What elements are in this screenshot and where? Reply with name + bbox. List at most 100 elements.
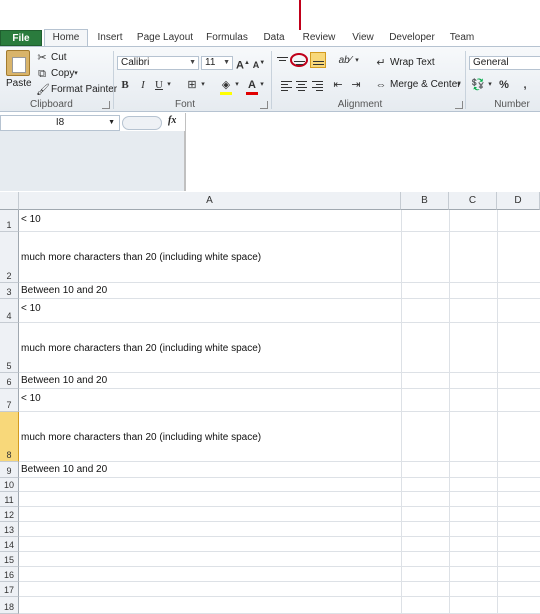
chevron-down-icon[interactable]: ▾ xyxy=(259,78,265,92)
row-header[interactable]: 4 xyxy=(0,299,19,323)
formula-bar-resize-handle[interactable] xyxy=(122,116,162,130)
insert-function-button[interactable]: fx xyxy=(168,115,182,126)
table-row[interactable]: < 10 xyxy=(19,299,540,323)
bottom-align-button[interactable] xyxy=(310,52,326,68)
font-launcher-icon[interactable] xyxy=(260,101,268,109)
column-header-a[interactable]: A xyxy=(19,192,401,210)
cut-button[interactable]: Cut xyxy=(51,51,67,65)
chevron-down-icon[interactable]: ▾ xyxy=(354,54,360,68)
cell-a8[interactable]: much more characters than 20 (including … xyxy=(21,432,261,443)
row-header[interactable]: 2 xyxy=(0,232,19,283)
top-align-icon[interactable] xyxy=(277,55,288,66)
row-header[interactable]: 7 xyxy=(0,389,19,412)
paste-button[interactable]: Paste xyxy=(6,77,32,91)
cell-a7[interactable]: < 10 xyxy=(21,393,41,404)
column-header-c[interactable]: C xyxy=(449,192,497,210)
increase-indent-icon[interactable]: ⇥ xyxy=(350,78,362,92)
row-header[interactable]: 6 xyxy=(0,373,19,389)
row-header[interactable]: 17 xyxy=(0,582,19,597)
row-header[interactable]: 5 xyxy=(0,323,19,373)
table-row[interactable] xyxy=(19,492,540,507)
font-name-select[interactable]: Calibri ▼ xyxy=(117,56,199,70)
chevron-down-icon[interactable]: ▾ xyxy=(456,78,462,92)
chevron-down-icon[interactable]: ▾ xyxy=(73,67,79,81)
cell-a4[interactable]: < 10 xyxy=(21,303,41,314)
table-row[interactable]: much more characters than 20 (including … xyxy=(19,412,540,462)
comma-style-icon[interactable]: , xyxy=(520,78,530,92)
table-row[interactable] xyxy=(19,522,540,537)
row-header[interactable]: 16 xyxy=(0,567,19,582)
percent-style-button[interactable]: % xyxy=(498,78,510,92)
select-all-corner[interactable] xyxy=(0,192,19,210)
accounting-format-icon[interactable]: 💱 xyxy=(471,78,485,92)
align-center-icon[interactable] xyxy=(296,79,307,93)
table-row[interactable] xyxy=(19,567,540,582)
align-left-icon[interactable] xyxy=(281,79,292,93)
tab-insert[interactable]: Insert xyxy=(92,30,128,46)
decrease-indent-icon[interactable]: ⇤ xyxy=(332,78,344,92)
row-header[interactable]: 3 xyxy=(0,283,19,299)
row-header[interactable]: 12 xyxy=(0,507,19,522)
tab-formulas[interactable]: Formulas xyxy=(204,30,250,46)
tab-home[interactable]: Home xyxy=(44,29,88,47)
table-row[interactable] xyxy=(19,582,540,597)
table-row[interactable]: < 10 xyxy=(19,210,540,232)
tab-data[interactable]: Data xyxy=(260,30,288,46)
orientation-icon[interactable]: ab⁄ xyxy=(338,54,352,68)
shrink-font-icon[interactable]: A▼ xyxy=(252,56,266,72)
font-size-select[interactable]: 11 ▼ xyxy=(201,56,233,70)
row-header[interactable]: 9 xyxy=(0,462,19,478)
cell-a2[interactable]: much more characters than 20 (including … xyxy=(21,252,261,263)
row-header[interactable]: 11 xyxy=(0,492,19,507)
tab-review[interactable]: Review xyxy=(300,30,338,46)
row-header[interactable]: 14 xyxy=(0,537,19,552)
middle-align-button[interactable] xyxy=(290,53,308,67)
row-header-selected[interactable]: 8 xyxy=(0,412,19,462)
table-row[interactable] xyxy=(19,478,540,492)
cell-a5[interactable]: much more characters than 20 (including … xyxy=(21,343,261,354)
name-box[interactable]: I8 ▼ xyxy=(0,115,120,131)
table-row[interactable] xyxy=(19,507,540,522)
column-header-d[interactable]: D xyxy=(497,192,540,210)
row-header[interactable]: 18 xyxy=(0,597,19,614)
copy-button[interactable]: Copy xyxy=(51,67,74,81)
chevron-down-icon[interactable]: ▼ xyxy=(108,116,115,130)
tab-team[interactable]: Team xyxy=(446,30,478,46)
table-row[interactable]: Between 10 and 20 xyxy=(19,373,540,389)
borders-icon[interactable]: ⊞ xyxy=(186,78,198,92)
table-row[interactable]: Between 10 and 20 xyxy=(19,283,540,299)
paste-icon[interactable] xyxy=(6,50,30,76)
alignment-launcher-icon[interactable] xyxy=(455,101,463,109)
tab-developer[interactable]: Developer xyxy=(388,30,436,46)
chevron-down-icon[interactable]: ▾ xyxy=(487,78,493,92)
format-painter-button[interactable]: Format Painter xyxy=(51,83,117,97)
underline-icon[interactable]: U xyxy=(153,78,165,92)
italic-icon[interactable]: I xyxy=(137,78,149,92)
cell-a6[interactable]: Between 10 and 20 xyxy=(21,375,107,386)
table-row[interactable]: much more characters than 20 (including … xyxy=(19,232,540,283)
wrap-text-button[interactable]: Wrap Text xyxy=(390,56,435,70)
table-row[interactable]: much more characters than 20 (including … xyxy=(19,323,540,373)
grow-font-icon[interactable]: A▲ xyxy=(236,56,250,73)
row-header[interactable]: 1 xyxy=(0,210,19,232)
cell-a9[interactable]: Between 10 and 20 xyxy=(21,464,107,475)
chevron-down-icon[interactable]: ▾ xyxy=(166,78,172,92)
formula-input[interactable] xyxy=(185,113,540,191)
chevron-down-icon[interactable]: ▾ xyxy=(200,78,206,92)
table-row[interactable] xyxy=(19,597,540,614)
cell-a3[interactable]: Between 10 and 20 xyxy=(21,285,107,296)
row-header[interactable]: 10 xyxy=(0,478,19,492)
tab-view[interactable]: View xyxy=(348,30,378,46)
table-row[interactable]: Between 10 and 20 xyxy=(19,462,540,478)
tab-page-layout[interactable]: Page Layout xyxy=(136,30,194,46)
align-right-icon[interactable] xyxy=(312,79,323,93)
font-color-icon[interactable]: A xyxy=(246,78,258,95)
bold-icon[interactable]: B xyxy=(119,78,131,92)
number-format-select[interactable]: General xyxy=(469,56,540,70)
column-header-b[interactable]: B xyxy=(401,192,449,210)
chevron-down-icon[interactable]: ▾ xyxy=(234,78,240,92)
cell-a1[interactable]: < 10 xyxy=(21,214,41,225)
table-row[interactable]: < 10 xyxy=(19,389,540,412)
fill-color-icon[interactable]: ◈ xyxy=(220,78,232,95)
clipboard-launcher-icon[interactable] xyxy=(102,101,110,109)
